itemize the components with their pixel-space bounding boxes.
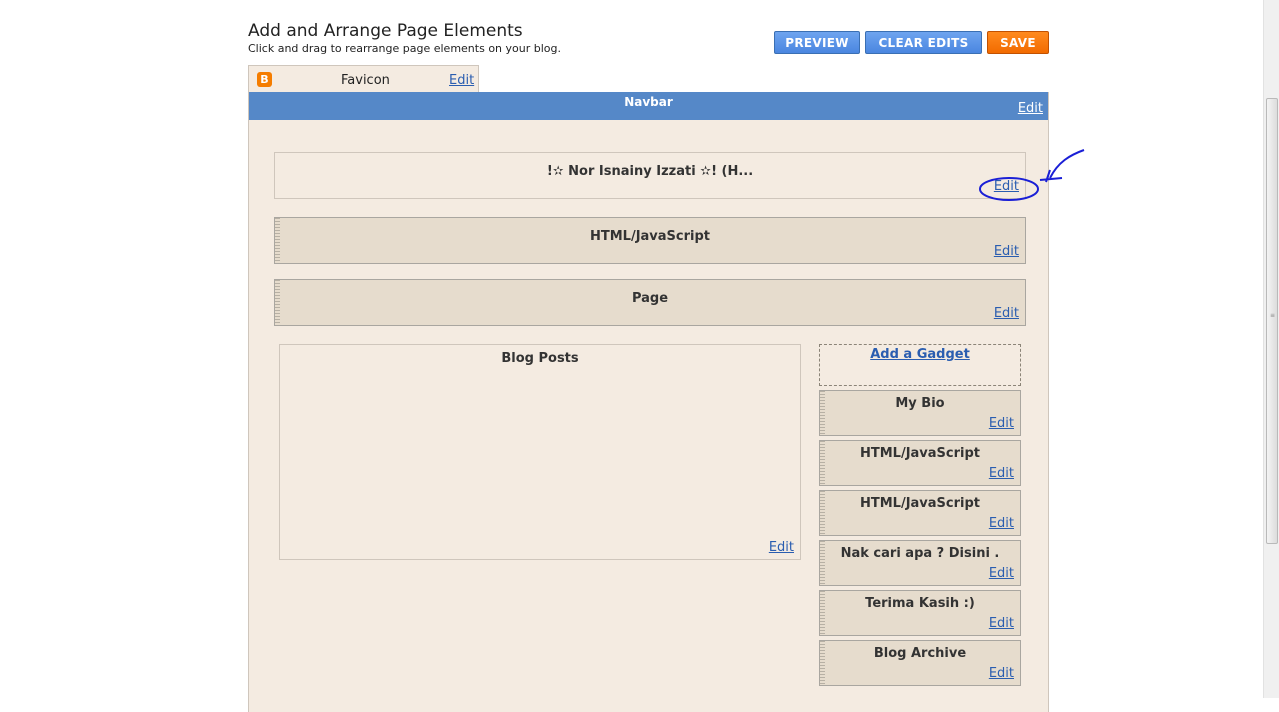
sidebar-item-edit-link[interactable]: Edit bbox=[989, 666, 1014, 681]
add-gadget-box: Add a Gadget bbox=[819, 344, 1021, 386]
preview-button[interactable]: PREVIEW bbox=[774, 31, 860, 54]
save-button[interactable]: SAVE bbox=[987, 31, 1049, 54]
sidebar-item-title: HTML/JavaScript bbox=[859, 496, 981, 511]
sidebar-item[interactable]: Nak cari apa ? Disini . Edit bbox=[819, 540, 1021, 586]
favicon-label: Favicon bbox=[341, 73, 390, 88]
scrollbar-thumb[interactable]: ≡ bbox=[1266, 98, 1278, 544]
favicon-edit-link[interactable]: Edit bbox=[449, 73, 474, 88]
sidebar-item[interactable]: HTML/JavaScript Edit bbox=[819, 490, 1021, 536]
sidebar-item-edit-link[interactable]: Edit bbox=[989, 616, 1014, 631]
html-javascript-widget[interactable]: HTML/JavaScript Edit bbox=[274, 217, 1026, 264]
blog-posts-title: Blog Posts bbox=[501, 351, 579, 366]
sidebar-item-edit-link[interactable]: Edit bbox=[989, 466, 1014, 481]
sidebar-item-title: HTML/JavaScript bbox=[859, 446, 981, 461]
sidebar-item-edit-link[interactable]: Edit bbox=[989, 566, 1014, 581]
sidebar-item[interactable]: My Bio Edit bbox=[819, 390, 1021, 436]
widget-title: HTML/JavaScript bbox=[589, 229, 711, 244]
header-widget-title: !✫ Nor Isnainy Izzati ✫! (H... bbox=[546, 164, 754, 179]
blogger-icon: B bbox=[257, 72, 272, 87]
navbar-title: Navbar bbox=[624, 95, 673, 109]
blog-posts-edit-link[interactable]: Edit bbox=[769, 540, 794, 555]
clear-edits-button[interactable]: CLEAR EDITS bbox=[865, 31, 982, 54]
add-gadget-link[interactable]: Add a Gadget bbox=[820, 347, 1020, 362]
blog-posts-widget[interactable]: Blog Posts Edit bbox=[279, 344, 801, 560]
navbar-edit-link[interactable]: Edit bbox=[1018, 101, 1043, 116]
vertical-scrollbar[interactable]: ≡ bbox=[1263, 0, 1279, 698]
annotation-arrow-icon bbox=[1049, 149, 1085, 179]
sidebar-item-title: Blog Archive bbox=[873, 646, 967, 661]
widget-edit-link[interactable]: Edit bbox=[994, 244, 1019, 259]
sidebar-item-title: Nak cari apa ? Disini . bbox=[840, 546, 1000, 561]
page-subtitle: Click and drag to rearrange page element… bbox=[248, 42, 561, 55]
sidebar-item[interactable]: Blog Archive Edit bbox=[819, 640, 1021, 686]
favicon-widget: B Favicon Edit bbox=[248, 65, 479, 92]
header-widget[interactable]: !✫ Nor Isnainy Izzati ✫! (H... Edit bbox=[274, 152, 1026, 199]
sidebar-item[interactable]: Terima Kasih :) Edit bbox=[819, 590, 1021, 636]
sidebar-item[interactable]: HTML/JavaScript Edit bbox=[819, 440, 1021, 486]
sidebar-item-edit-link[interactable]: Edit bbox=[989, 416, 1014, 431]
sidebar-item-edit-link[interactable]: Edit bbox=[989, 516, 1014, 531]
scrollbar-grip-icon: ≡ bbox=[1270, 312, 1276, 319]
sidebar-item-title: My Bio bbox=[895, 396, 945, 411]
header-widget-edit-link[interactable]: Edit bbox=[994, 179, 1019, 194]
widget-title: Page bbox=[631, 291, 669, 306]
sidebar-item-title: Terima Kasih :) bbox=[865, 596, 975, 611]
navbar-widget: Navbar Edit bbox=[249, 92, 1048, 120]
page-widget[interactable]: Page Edit bbox=[274, 279, 1026, 326]
widget-edit-link[interactable]: Edit bbox=[994, 306, 1019, 321]
page-title: Add and Arrange Page Elements bbox=[248, 21, 523, 41]
layout-canvas: Navbar Edit !✫ Nor Isnainy Izzati ✫! (H.… bbox=[248, 92, 1049, 712]
